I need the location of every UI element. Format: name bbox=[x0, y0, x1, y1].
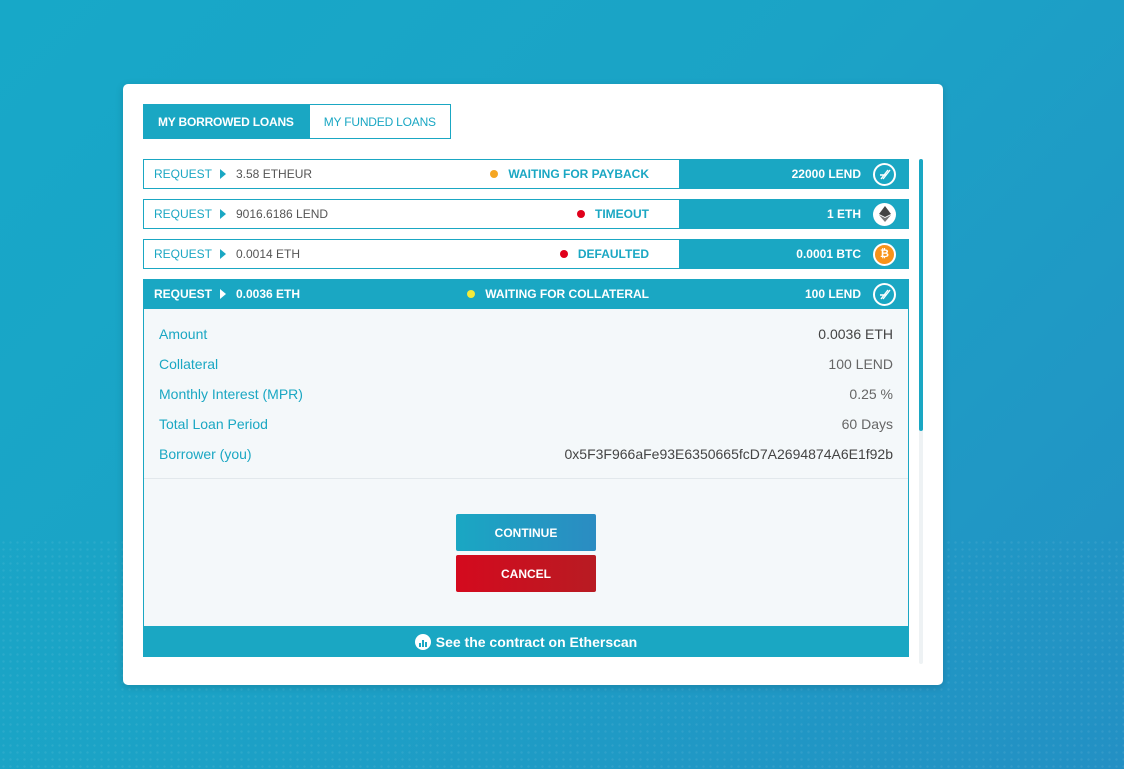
detail-value: 0x5F3F966aFe93E6350665fcD7A2694874A6E1f9… bbox=[564, 446, 893, 462]
loan-row[interactable]: REQUEST 9016.6186 LEND TIMEOUT 1 ETH bbox=[143, 199, 909, 229]
detail-row-amount: Amount 0.0036 ETH bbox=[159, 319, 893, 349]
request-label: REQUEST bbox=[154, 167, 213, 181]
eth-icon bbox=[873, 202, 896, 226]
detail-row-collateral: Collateral 100 LEND bbox=[159, 349, 893, 379]
detail-value: 100 LEND bbox=[828, 356, 893, 372]
chevron-right-icon bbox=[220, 249, 226, 259]
request-label: REQUEST bbox=[154, 287, 213, 301]
lend-icon bbox=[873, 162, 896, 186]
detail-row-borrower: Borrower (you) 0x5F3F966aFe93E6350665fcD… bbox=[159, 439, 893, 469]
collateral-amount: 0.0001 BTC bbox=[796, 247, 861, 261]
loan-amount: 9016.6186 LEND bbox=[236, 207, 329, 221]
status-badge: WAITING FOR PAYBACK bbox=[490, 167, 649, 181]
detail-value: 0.25 % bbox=[849, 386, 893, 402]
loan-row[interactable]: REQUEST 0.0014 ETH DEFAULTED 0.0001 BTC … bbox=[143, 239, 909, 269]
chevron-right-icon bbox=[220, 289, 226, 299]
loan-amount: 0.0036 ETH bbox=[236, 287, 301, 301]
detail-value: 60 Days bbox=[841, 416, 893, 432]
status-badge: DEFAULTED bbox=[559, 247, 649, 261]
lend-icon bbox=[873, 282, 896, 306]
status-dot-icon bbox=[467, 290, 476, 298]
loan-row-expanded[interactable]: REQUEST 0.0036 ETH WAITING FOR COLLATERA… bbox=[143, 279, 909, 309]
loan-amount: 3.58 ETHEUR bbox=[236, 167, 313, 181]
tab-bar: MY BORROWED LOANS MY FUNDED LOANS bbox=[143, 104, 451, 139]
etherscan-link-text: See the contract on Etherscan bbox=[435, 633, 638, 650]
detail-label: Borrower (you) bbox=[159, 446, 252, 462]
status-text: WAITING FOR COLLATERAL bbox=[485, 287, 649, 301]
loans-panel: MY BORROWED LOANS MY FUNDED LOANS REQUES… bbox=[123, 84, 943, 685]
status-text: DEFAULTED bbox=[577, 247, 649, 261]
status-dot-icon bbox=[490, 170, 499, 178]
detail-row-period: Total Loan Period 60 Days bbox=[159, 409, 893, 439]
status-text: TIMEOUT bbox=[595, 207, 649, 221]
loan-row[interactable]: REQUEST 3.58 ETHEUR WAITING FOR PAYBACK … bbox=[143, 159, 909, 189]
loan-list: REQUEST 3.58 ETHEUR WAITING FOR PAYBACK … bbox=[143, 159, 909, 657]
status-badge: TIMEOUT bbox=[577, 207, 649, 221]
chevron-right-icon bbox=[220, 209, 226, 219]
request-label: REQUEST bbox=[154, 247, 213, 261]
chevron-right-icon bbox=[220, 169, 226, 179]
collateral-amount: 22000 LEND bbox=[791, 167, 861, 181]
tab-borrowed-loans[interactable]: MY BORROWED LOANS bbox=[143, 104, 309, 139]
detail-label: Amount bbox=[159, 326, 208, 342]
continue-button[interactable]: CONTINUE bbox=[456, 514, 596, 551]
status-dot-icon bbox=[559, 250, 568, 258]
etherscan-link[interactable]: See the contract on Etherscan bbox=[143, 626, 909, 657]
tab-funded-loans[interactable]: MY FUNDED LOANS bbox=[308, 104, 451, 139]
collateral-amount: 1 ETH bbox=[826, 207, 861, 221]
request-label: REQUEST bbox=[154, 207, 213, 221]
scrollbar-thumb[interactable] bbox=[919, 159, 923, 431]
detail-label: Monthly Interest (MPR) bbox=[159, 386, 303, 402]
details-table: Amount 0.0036 ETH Collateral 100 LEND Mo… bbox=[144, 309, 908, 479]
scrollbar[interactable] bbox=[919, 159, 923, 664]
status-dot-icon bbox=[577, 210, 585, 218]
chart-icon bbox=[414, 633, 431, 650]
loan-amount: 0.0014 ETH bbox=[236, 247, 301, 261]
detail-row-interest: Monthly Interest (MPR) 0.25 % bbox=[159, 379, 893, 409]
cancel-button[interactable]: CANCEL bbox=[456, 555, 596, 592]
detail-value: 0.0036 ETH bbox=[818, 326, 893, 342]
detail-label: Collateral bbox=[159, 356, 219, 372]
btc-icon: ₿ bbox=[873, 242, 896, 266]
detail-label: Total Loan Period bbox=[159, 416, 268, 432]
loan-details: Amount 0.0036 ETH Collateral 100 LEND Mo… bbox=[143, 309, 909, 657]
status-badge: WAITING FOR COLLATERAL bbox=[467, 287, 649, 301]
status-text: WAITING FOR PAYBACK bbox=[508, 167, 649, 181]
collateral-amount: 100 LEND bbox=[804, 287, 861, 301]
